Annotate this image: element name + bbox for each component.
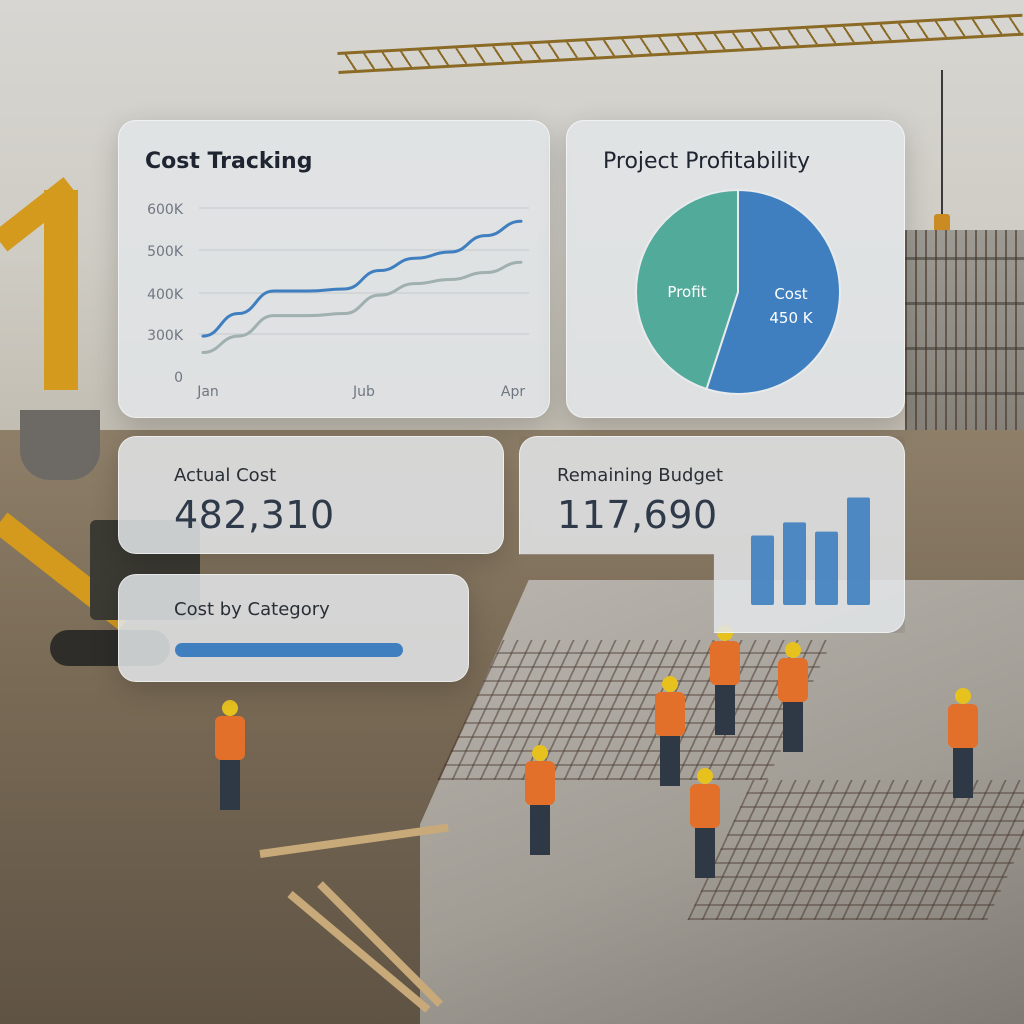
actual-cost-line <box>201 219 523 338</box>
budget-bar <box>783 522 806 605</box>
cost-tracking-title: Cost Tracking <box>145 149 313 174</box>
y-tick-label: 300K <box>147 328 184 344</box>
budget-bar <box>847 497 870 605</box>
x-tick-label: Jan <box>196 384 219 400</box>
project-profitability-card: Project Profitability Cost 450 K Profit <box>566 120 905 418</box>
y-tick-label: 500K <box>147 244 184 260</box>
actual-cost-label: Actual Cost <box>174 465 277 486</box>
worker-figure <box>948 688 978 798</box>
excavator-bucket <box>20 410 100 480</box>
cost-by-category-card: Cost by Category <box>118 574 469 682</box>
actual-cost-value: 482,310 <box>174 493 335 537</box>
excavator-boom <box>44 190 78 390</box>
crane-cable <box>941 70 943 230</box>
worker-figure <box>525 745 555 855</box>
worker-figure <box>655 676 685 786</box>
y-tick-label: 0 <box>174 370 183 386</box>
y-tick-label: 600K <box>147 202 184 218</box>
rebar-grid <box>437 640 833 780</box>
x-tick-label: Jub <box>352 384 375 400</box>
budget-bar <box>751 535 774 605</box>
worker-figure <box>690 768 720 878</box>
pie-slice-value-label: 450 K <box>769 309 813 327</box>
worker-figure <box>710 625 740 735</box>
worker-figure <box>215 700 245 810</box>
cost-by-category-label: Cost by Category <box>174 599 330 620</box>
x-tick-label: Apr <box>501 384 525 400</box>
budget-bar <box>815 531 838 605</box>
category-progress-fill <box>175 643 403 657</box>
category-progress-track <box>175 643 403 657</box>
actual-cost-card: Actual Cost 482,310 <box>118 436 504 554</box>
pie-slice-label: Profit <box>667 283 706 301</box>
y-tick-label: 400K <box>147 287 184 303</box>
cost-tracking-card: 0 300K 400K 500K 600K Jan Jub Apr Cost Tracking <box>118 120 550 418</box>
pie-slice-label: Cost <box>774 285 807 303</box>
profitability-pie-chart: Cost 450 K Profit <box>635 188 841 395</box>
worker-figure <box>778 642 808 752</box>
